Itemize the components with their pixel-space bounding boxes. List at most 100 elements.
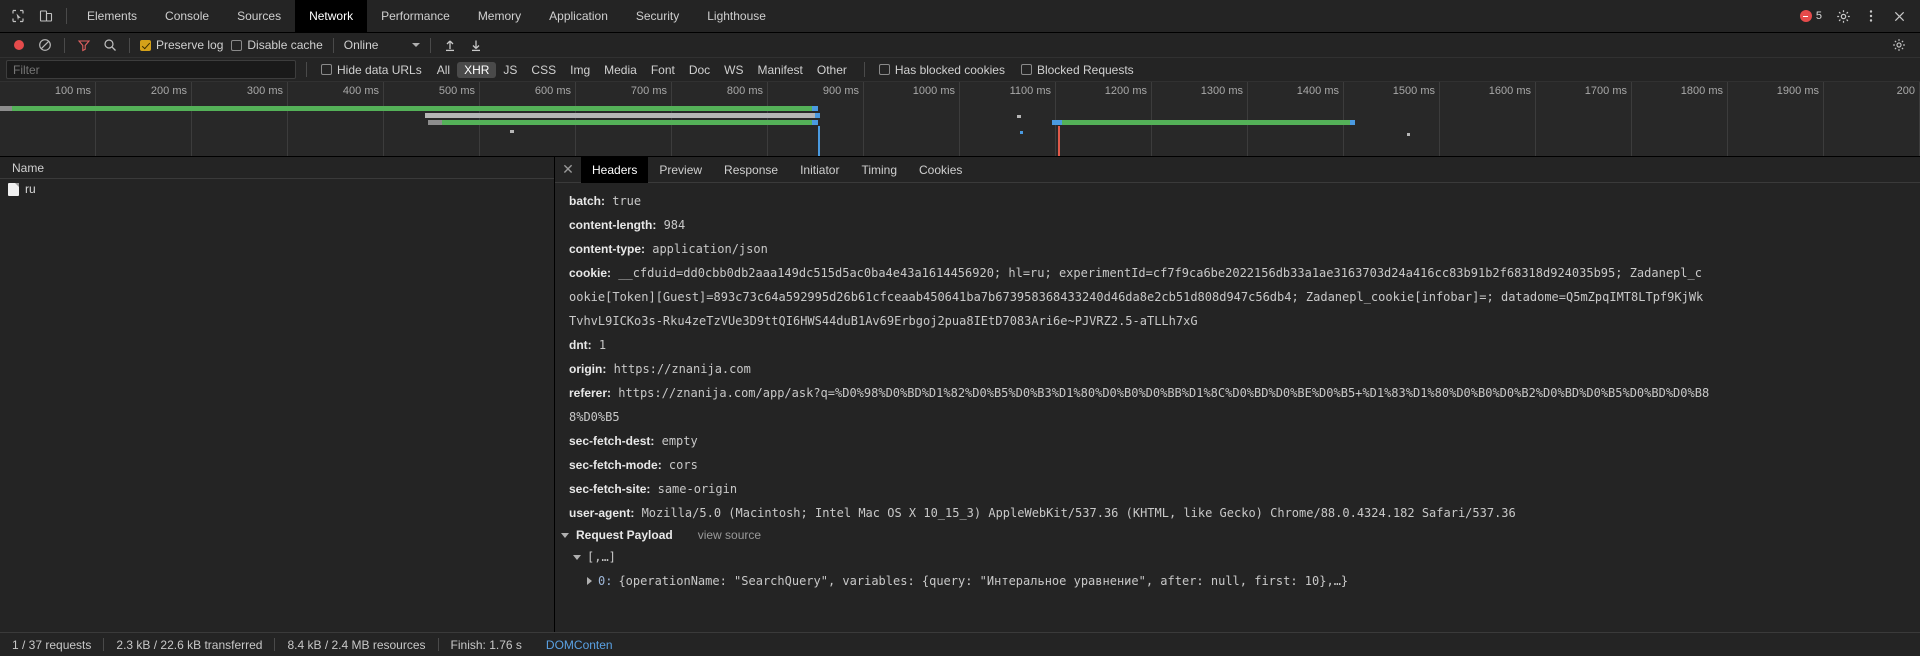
tab-headers[interactable]: Headers bbox=[581, 156, 649, 183]
has-blocked-cookies-checkmark bbox=[878, 64, 890, 75]
timeline-tick-label: 1500 ms bbox=[1392, 85, 1435, 97]
timeline-tick-label: 200 ms bbox=[150, 85, 187, 97]
timeline-tick-label: 1600 ms bbox=[1488, 85, 1531, 97]
timeline-tick-label: 1300 ms bbox=[1200, 85, 1243, 97]
header-name: sec-fetch-mode: bbox=[569, 458, 662, 472]
hide-data-urls-checkbox[interactable]: Hide data URLs bbox=[317, 63, 426, 77]
view-source-link[interactable]: view source bbox=[698, 528, 761, 542]
request-detail-pane: ✕ Headers Preview Response Initiator Tim… bbox=[555, 156, 1920, 632]
devtools-tabbar: Elements Console Sources Network Perform… bbox=[0, 0, 1920, 33]
overview-bar bbox=[1407, 133, 1410, 138]
header-name: sec-fetch-dest: bbox=[569, 434, 655, 448]
header-value-continuation: 8%D0%B5 bbox=[569, 410, 620, 424]
tab-security[interactable]: Security bbox=[622, 0, 693, 33]
tab-lighthouse[interactable]: Lighthouse bbox=[693, 0, 780, 33]
network-body: Name ru ✕ Headers Preview Response Initi… bbox=[0, 156, 1920, 632]
timeline-tick-label: 900 ms bbox=[822, 85, 859, 97]
filter-type-doc[interactable]: Doc bbox=[682, 62, 717, 78]
export-har-icon[interactable] bbox=[463, 33, 489, 57]
request-name: ru bbox=[25, 182, 36, 196]
timeline-tick-label: 1200 ms bbox=[1104, 85, 1147, 97]
filter-type-img[interactable]: Img bbox=[563, 62, 597, 78]
payload-entry-row[interactable]: 0: {operationName: "SearchQuery", variab… bbox=[555, 569, 1920, 593]
network-settings-gear-icon[interactable] bbox=[1886, 32, 1912, 58]
more-options-icon[interactable] bbox=[1858, 3, 1884, 29]
filter-input[interactable] bbox=[6, 60, 296, 79]
close-icon[interactable]: ✕ bbox=[555, 157, 581, 183]
tab-preview[interactable]: Preview bbox=[648, 157, 713, 183]
search-icon[interactable] bbox=[97, 33, 123, 57]
inspect-element-icon[interactable] bbox=[4, 3, 32, 29]
tab-initiator[interactable]: Initiator bbox=[789, 157, 850, 183]
filter-type-js[interactable]: JS bbox=[496, 62, 524, 78]
tab-timing[interactable]: Timing bbox=[850, 157, 908, 183]
filter-type-media[interactable]: Media bbox=[597, 62, 644, 78]
tab-memory[interactable]: Memory bbox=[464, 0, 535, 33]
timeline-tick-label: 1100 ms bbox=[1009, 85, 1051, 97]
header-name: sec-fetch-site: bbox=[569, 482, 651, 496]
close-devtools-icon[interactable] bbox=[1886, 3, 1912, 29]
filter-type-manifest[interactable]: Manifest bbox=[751, 62, 810, 78]
timeline-tick-label: 1900 ms bbox=[1776, 85, 1819, 97]
device-toolbar-icon[interactable] bbox=[32, 3, 60, 29]
filter-type-css[interactable]: CSS bbox=[524, 62, 563, 78]
tab-elements[interactable]: Elements bbox=[73, 0, 151, 33]
filterbar-divider-2 bbox=[863, 62, 865, 77]
filter-type-xhr[interactable]: XHR bbox=[457, 61, 497, 78]
filter-type-ws[interactable]: WS bbox=[717, 62, 750, 78]
header-row: batch: true bbox=[555, 189, 1920, 213]
column-header-name[interactable]: Name bbox=[0, 161, 44, 175]
request-payload-section[interactable]: Request Payload view source bbox=[555, 525, 1920, 545]
settings-gear-icon[interactable] bbox=[1830, 3, 1856, 29]
overview-bar bbox=[1052, 120, 1355, 125]
payload-root-row[interactable]: [,…] bbox=[555, 545, 1920, 569]
timeline-tick-label: 200 bbox=[1896, 85, 1915, 97]
overview-bar bbox=[428, 120, 818, 125]
header-name: origin: bbox=[569, 362, 607, 376]
header-value: __cfduid=dd0cbb0db2aaa149dc515d5ac0ba4e4… bbox=[618, 266, 1702, 280]
header-row: origin: https://znanija.com bbox=[555, 357, 1920, 381]
tab-cookies[interactable]: Cookies bbox=[908, 157, 973, 183]
request-list-rows: ru bbox=[0, 179, 554, 632]
network-overview-timeline[interactable]: 100 ms 200 ms 300 ms 400 ms 500 ms 600 ms 700 … bbox=[0, 82, 1920, 157]
tab-response[interactable]: Response bbox=[713, 157, 789, 183]
header-row: sec-fetch-site: same-origin bbox=[555, 477, 1920, 501]
clear-button[interactable] bbox=[32, 33, 58, 57]
table-row[interactable]: ru bbox=[0, 179, 554, 199]
blocked-requests-label: Blocked Requests bbox=[1036, 62, 1134, 77]
error-count-label: 5 bbox=[1815, 10, 1822, 22]
document-icon bbox=[8, 182, 19, 196]
chevron-down-icon bbox=[561, 532, 569, 538]
filter-type-other[interactable]: Other bbox=[810, 62, 854, 78]
throttling-dropdown[interactable]: Online bbox=[340, 38, 425, 52]
tab-performance[interactable]: Performance bbox=[367, 0, 464, 33]
status-domcontentloaded[interactable]: DOMConten bbox=[534, 638, 625, 652]
header-value: https://znanija.com/app/ask?q=%D0%98%D0%… bbox=[618, 386, 1710, 400]
filter-funnel-icon[interactable] bbox=[71, 33, 97, 57]
timeline-tick-label: 600 ms bbox=[534, 85, 571, 97]
blocked-requests-checkbox[interactable]: Blocked Requests bbox=[1017, 63, 1138, 77]
tab-network[interactable]: Network bbox=[295, 0, 368, 33]
tab-sources[interactable]: Sources bbox=[223, 0, 295, 33]
header-row: cookie: __cfduid=dd0cbb0db2aaa149dc515d5… bbox=[555, 261, 1920, 285]
disable-cache-checkbox[interactable]: Disable cache bbox=[227, 38, 326, 52]
toolbar-divider-4 bbox=[430, 37, 432, 53]
tab-application[interactable]: Application bbox=[535, 0, 622, 33]
filter-type-font[interactable]: Font bbox=[644, 62, 682, 78]
preserve-log-checkbox[interactable]: Preserve log bbox=[136, 38, 227, 52]
record-button[interactable] bbox=[6, 33, 32, 57]
filter-type-all[interactable]: All bbox=[430, 62, 457, 78]
tabbar-divider bbox=[66, 8, 67, 24]
error-count-badge[interactable]: 5 bbox=[1794, 10, 1828, 22]
status-finish: Finish: 1.76 s bbox=[450, 637, 522, 652]
disable-cache-label: Disable cache bbox=[247, 38, 323, 52]
import-har-icon[interactable] bbox=[437, 33, 463, 57]
header-row: sec-fetch-dest: empty bbox=[555, 429, 1920, 453]
disable-cache-checkmark bbox=[231, 39, 243, 51]
header-value: empty bbox=[661, 434, 698, 448]
tab-console[interactable]: Console bbox=[151, 0, 223, 33]
payload-root-label: [,…] bbox=[587, 550, 616, 564]
resource-type-filters: All XHR JS CSS Img Media Font Doc WS Man… bbox=[430, 61, 854, 78]
timeline-tick-label: 800 ms bbox=[726, 85, 763, 97]
has-blocked-cookies-checkbox[interactable]: Has blocked cookies bbox=[875, 63, 1009, 77]
